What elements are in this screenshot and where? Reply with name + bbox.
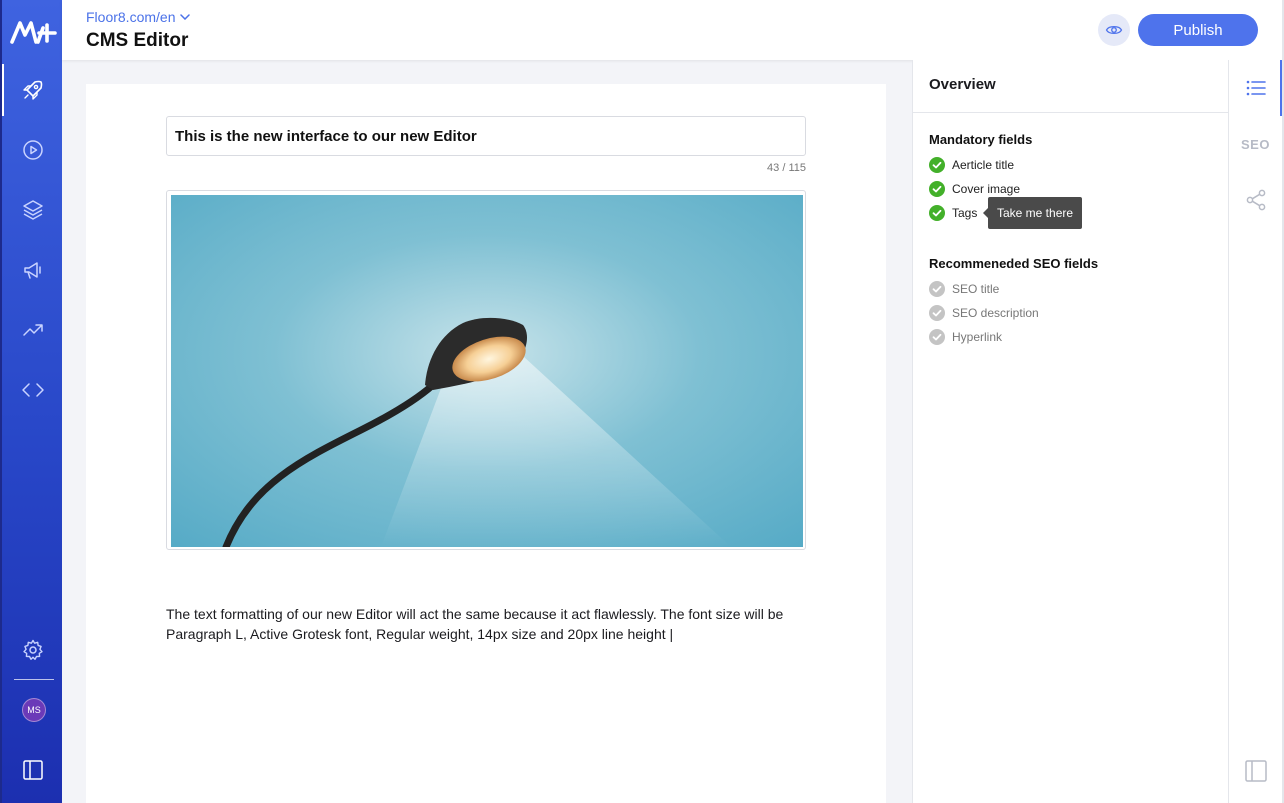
mandatory-item[interactable]: Aerticle title: [929, 157, 1014, 173]
sidebar-item-analytics[interactable]: [2, 300, 64, 360]
article-title-input[interactable]: This is the new interface to our new Edi…: [166, 116, 806, 156]
site-selector[interactable]: Floor8.com/en: [86, 9, 191, 25]
play-circle-icon: [23, 140, 43, 160]
sidebar-item-articles[interactable]: [2, 60, 64, 120]
check-circle-icon: [929, 181, 945, 197]
mandatory-fields-title: Mandatory fields: [929, 132, 1033, 147]
check-circle-icon: [929, 305, 945, 321]
list-icon: [1246, 80, 1266, 96]
recommended-item-label: Hyperlink: [952, 330, 1003, 344]
mandatory-item[interactable]: Cover image: [929, 181, 1020, 197]
rail-seo-button[interactable]: SEO: [1229, 116, 1282, 172]
sidebar-divider: [14, 679, 54, 680]
avatar[interactable]: MS: [22, 698, 46, 722]
cover-image-photo: [171, 195, 803, 547]
check-circle-icon: [929, 329, 945, 345]
right-tool-rail: SEO: [1229, 60, 1284, 803]
trending-up-icon: [23, 324, 43, 336]
panel-toggle-icon: [1244, 760, 1267, 782]
tooltip[interactable]: Take me there: [982, 197, 1083, 229]
mandatory-item-label: Tags: [952, 206, 978, 220]
code-icon: [22, 383, 44, 397]
publish-button[interactable]: Publish: [1138, 14, 1258, 46]
rail-panel-toggle-button[interactable]: [1229, 743, 1282, 799]
page-title: CMS Editor: [86, 30, 189, 51]
layers-icon: [23, 200, 43, 220]
eye-icon: [1105, 25, 1123, 35]
seo-icon: SEO: [1241, 136, 1270, 152]
main-sidebar: MS: [0, 0, 62, 803]
recommended-fields-title: Recommeneded SEO fields: [929, 256, 1099, 271]
sidebar-item-settings[interactable]: [2, 620, 64, 680]
recommended-item[interactable]: SEO description: [929, 305, 1039, 321]
sidebar-toggle-button[interactable]: [2, 740, 64, 800]
cover-image[interactable]: [166, 190, 806, 550]
rocket-icon: [23, 80, 43, 100]
body-paragraph[interactable]: The text formatting of our new Editor wi…: [166, 604, 816, 644]
recommended-item[interactable]: Hyperlink: [929, 329, 1002, 345]
overview-title: Overview: [913, 60, 1228, 113]
check-circle-icon: [929, 281, 945, 297]
check-circle-icon: [929, 157, 945, 173]
sidebar-item-campaigns[interactable]: [2, 240, 64, 300]
sidebar-toggle-icon: [23, 760, 43, 780]
preview-button[interactable]: [1098, 14, 1130, 46]
overview-panel: Overview Mandatory fields Aerticle title…: [912, 60, 1229, 803]
rail-overview-button[interactable]: [1229, 60, 1282, 116]
rail-share-button[interactable]: [1229, 172, 1282, 228]
recommended-item-label: SEO description: [952, 306, 1039, 320]
recommended-item[interactable]: SEO title: [929, 281, 999, 297]
site-url: Floor8.com/en: [86, 9, 176, 25]
mandatory-item[interactable]: Tags: [929, 205, 977, 221]
sidebar-item-media[interactable]: [2, 120, 64, 180]
top-bar: Floor8.com/en CMS Editor Publish: [62, 0, 1284, 60]
recommended-item-label: SEO title: [952, 282, 1000, 296]
title-char-count: 43 / 115: [767, 162, 806, 174]
mandatory-item-label: Aerticle title: [952, 158, 1015, 172]
mandatory-item-label: Cover image: [952, 182, 1021, 196]
gear-icon: [23, 639, 43, 660]
share-icon: [1246, 189, 1265, 211]
sidebar-item-layers[interactable]: [2, 180, 64, 240]
sidebar-item-code[interactable]: [2, 360, 64, 420]
chevron-down-icon: [180, 14, 191, 20]
megaphone-icon: [24, 262, 41, 279]
app-logo[interactable]: [8, 14, 58, 48]
check-circle-icon: [929, 205, 945, 221]
editor-canvas: This is the new interface to our new Edi…: [86, 84, 886, 803]
